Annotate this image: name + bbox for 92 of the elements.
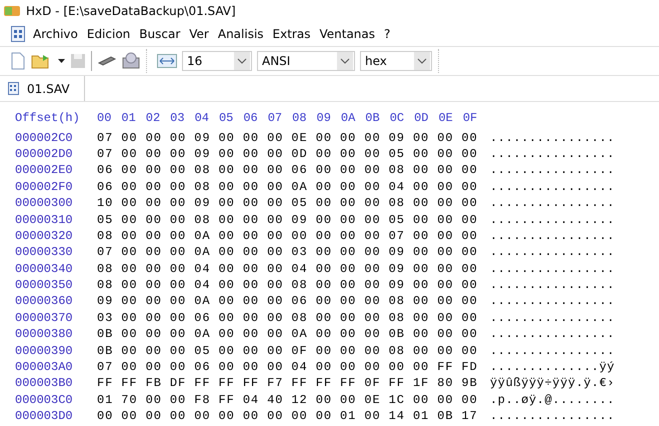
column-header: 0D	[414, 111, 430, 126]
offset-cell-text: 00000380	[15, 327, 74, 342]
offset-cell-text: 000003B0	[15, 376, 74, 390]
offset-cell-text: 00000370	[15, 310, 74, 325]
menu-item[interactable]: Ver	[188, 27, 210, 41]
column-header: 03	[170, 111, 186, 126]
column-header: 0A	[340, 111, 356, 126]
hex-bytes: 07 00 00 00 09 00 00 00 0D 00 00 00 05 00 00 00	[97, 146, 479, 161]
offset-cell-text: 00000310	[15, 212, 74, 227]
menu-item[interactable]: ?	[383, 27, 392, 41]
hex-bytes: 05 00 00 00 08 00 00 00 09 00 00 00 05 00 00 00	[97, 212, 479, 227]
hex-bytes: FF FF FB DF FF FF FF F7 FF FF FF 0F FF 1F 80 9B	[97, 376, 479, 390]
column-header: 08	[292, 111, 308, 126]
text-cell: ................	[490, 146, 615, 161]
offset-cell-text: 000002D0	[15, 146, 74, 161]
offset-cell-text: 000002F0	[15, 180, 74, 194]
column-header: 0B	[365, 111, 381, 126]
text-cell: ..............ÿý	[490, 360, 615, 374]
offset-cell-text: 000003A0	[15, 360, 74, 374]
column-header: 02	[146, 111, 162, 126]
hex-bytes: 09 00 00 00 0A 00 00 00 06 00 00 00 08 00 00 00	[97, 294, 479, 308]
hex-bytes: 01 70 00 00 F8 FF 04 40 12 00 00 0E 1C 00 00 00	[97, 392, 479, 407]
chevron-down-icon[interactable]	[337, 52, 353, 70]
column-header: 01	[121, 111, 137, 126]
text-cell: ................	[490, 409, 615, 424]
offset-cell-text: 00000330	[15, 245, 74, 260]
column-header: 0E	[438, 111, 454, 126]
text-cell: ................	[490, 212, 615, 227]
offset-cell-text: 00000340	[15, 262, 74, 276]
app-logo-icon	[4, 5, 20, 17]
text-cell: ................	[490, 327, 615, 342]
hex-bytes: 0B 00 00 00 0A 00 00 00 0A 00 00 00 0B 00 00 00	[97, 327, 479, 342]
hex-bytes: 00 00 00 00 00 00 00 00 00 00 01 00 14 01 0B 17	[97, 409, 479, 424]
hex-bytes: 06 00 00 00 08 00 00 00 0A 00 00 00 04 00 00 00	[97, 180, 479, 194]
hex-bytes: 07 00 00 00 06 00 00 00 04 00 00 00 00 00 FF FD	[97, 360, 479, 374]
text-cell: ................	[490, 196, 615, 210]
column-header: 05	[218, 111, 234, 126]
offset-cell-text: 00000390	[15, 344, 74, 358]
window-title: HxD - [E:\saveDataBackup\01.SAV]	[26, 4, 236, 18]
hex-bytes: 08 00 00 00 04 00 00 00 08 00 00 00 09 00 00 00	[97, 278, 479, 292]
hex-bytes: 07 00 00 00 0A 00 00 00 03 00 00 00 09 00 00 00	[97, 245, 479, 260]
column-header: 06	[243, 111, 259, 126]
text-cell: ÿÿûßÿÿÿ÷ÿÿÿ.ÿ.€›	[490, 376, 615, 390]
text-cell: ................	[490, 180, 615, 194]
display-mode-dropdown[interactable]: hex	[360, 51, 432, 71]
column-header: 0F	[462, 111, 478, 126]
menu-item[interactable]: Buscar	[138, 27, 182, 41]
offset-cell-text: 00000320	[15, 228, 74, 243]
menu-item[interactable]: Extras	[272, 27, 312, 41]
new-file-icon[interactable]	[10, 52, 26, 70]
column-width-icon[interactable]	[157, 54, 177, 68]
hex-bytes: 0B 00 00 00 05 00 00 00 0F 00 00 00 08 00 00 00	[97, 344, 479, 358]
charset-dropdown[interactable]: ANSI	[257, 51, 355, 71]
offset-cell-text: 000002E0	[15, 163, 74, 178]
hex-bytes: 07 00 00 00 09 00 00 00 0E 00 00 00 09 00 00 00	[97, 130, 479, 145]
text-cell: ................	[490, 344, 615, 358]
text-cell: ................	[490, 228, 615, 243]
offset-cell-text: 00000360	[15, 294, 74, 308]
menu-item[interactable]: Ventanas	[318, 27, 376, 41]
hex-bytes: 06 00 00 00 08 00 00 00 06 00 00 00 08 00 00 00	[97, 163, 479, 178]
offset-cell-text: 000003C0	[15, 392, 74, 407]
dropdown-caret-icon[interactable]	[58, 59, 65, 63]
chevron-down-icon[interactable]	[234, 52, 250, 70]
document-icon	[8, 82, 19, 95]
column-header: 09	[316, 111, 332, 126]
menu-item[interactable]: Archivo	[32, 27, 79, 41]
document-icon	[11, 26, 25, 42]
offset-cell-text: 00000350	[15, 278, 74, 292]
column-header: 00	[97, 111, 112, 126]
menu-item[interactable]: Edicion	[86, 27, 132, 41]
chevron-down-icon[interactable]	[414, 52, 430, 70]
text-cell: ................	[490, 163, 615, 178]
text-cell: ................	[490, 262, 615, 276]
text-cell: .p..øÿ.@........	[490, 392, 615, 407]
column-header: 0C	[390, 111, 406, 126]
text-cell: ................	[490, 245, 615, 260]
offset-cell-text: 00000300	[15, 196, 74, 210]
hex-bytes: 03 00 00 00 06 00 00 00 08 00 00 00 08 00 00 00	[97, 310, 479, 325]
text-cell: ................	[490, 294, 615, 308]
text-cell: ................	[490, 130, 615, 145]
column-header: 07	[268, 111, 284, 126]
offset-cell-text: 000003D0	[15, 409, 74, 424]
menu-item[interactable]: Analisis	[216, 27, 265, 41]
bytes-per-row-dropdown[interactable]: 16	[182, 51, 252, 71]
hex-bytes: 08 00 00 00 0A 00 00 00 00 00 00 00 07 00 00 00	[97, 228, 479, 243]
text-cell: ................	[490, 278, 615, 292]
offset-header: Offset(h)	[15, 111, 81, 126]
hex-bytes: 10 00 00 00 09 00 00 00 05 00 00 00 08 00 00 00	[97, 196, 479, 210]
hex-bytes: 08 00 00 00 04 00 00 00 04 00 00 00 09 00 00 00	[97, 262, 479, 276]
offset-cell-text: 000002C0	[15, 130, 74, 145]
column-header: 04	[194, 111, 210, 126]
text-cell: ................	[490, 310, 615, 325]
